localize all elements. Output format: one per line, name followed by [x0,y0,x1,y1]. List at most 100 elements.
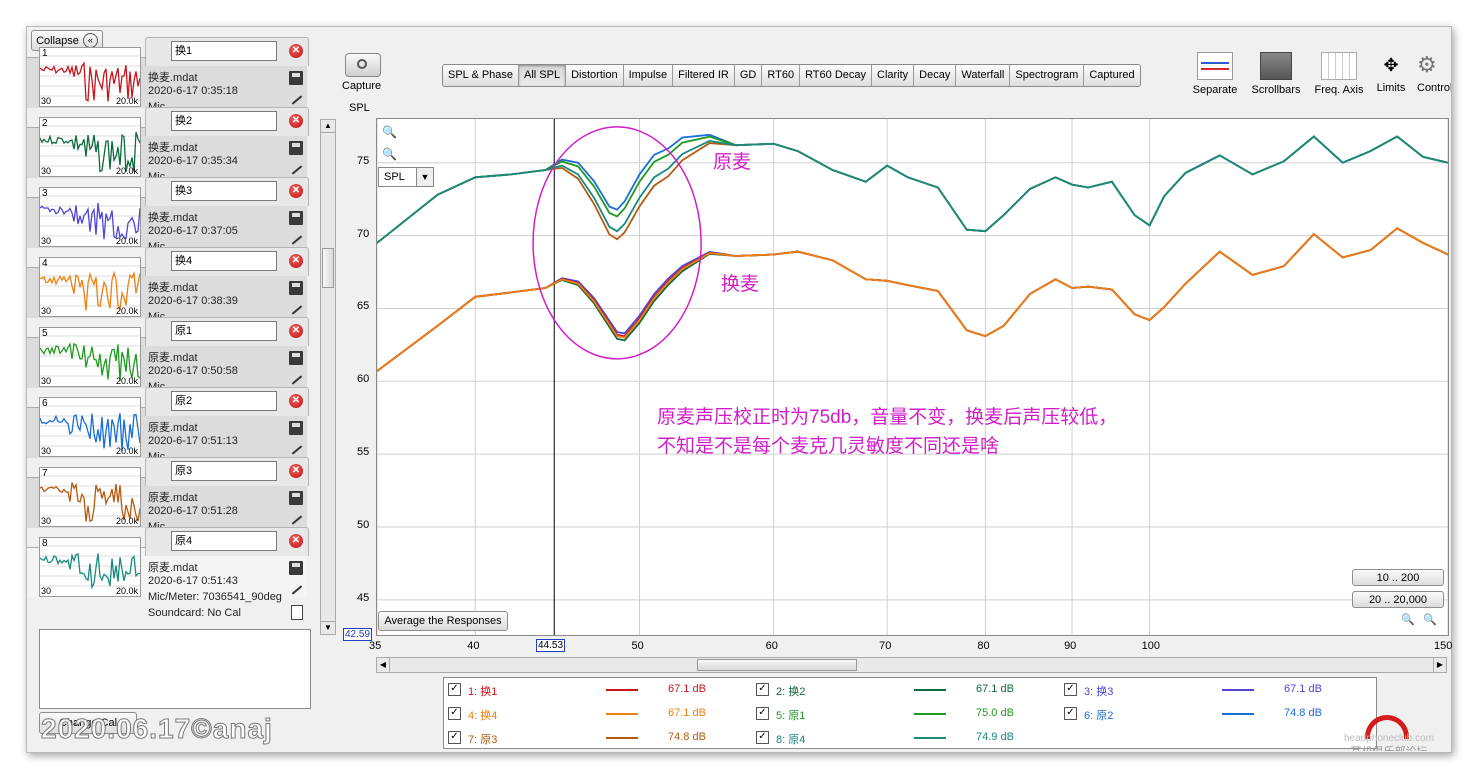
measurement-thumbnail[interactable]: 7 30 20.0k [39,467,141,527]
measurement-thumbnail[interactable]: 5 30 20.0k [39,327,141,387]
measurement-name-input[interactable]: 换2 [171,111,277,131]
camera-icon[interactable] [345,53,381,77]
zoom-out-icon[interactable]: 🔍 [382,147,397,161]
measurement-thumbnail[interactable]: 1 30 20.0k [39,47,141,107]
measurement-item[interactable]: 原4 ✕ 8 30 20.0k 原麦.mdat 2020-6-17 0:51:4… [27,527,309,620]
legend-checkbox[interactable]: ✓ [448,683,461,696]
close-icon[interactable]: ✕ [289,464,303,478]
legend-label: 8: 原4 [776,734,806,746]
measurement-name-input[interactable]: 换4 [171,251,277,271]
measurement-name-input[interactable]: 原4 [171,531,277,551]
measurement-thumbnail[interactable]: 3 30 20.0k [39,187,141,247]
measurement-thumbnail[interactable]: 8 30 20.0k [39,537,141,597]
legend-checkbox[interactable]: ✓ [448,707,461,720]
save-icon[interactable] [289,421,303,435]
close-icon[interactable]: ✕ [289,324,303,338]
plot-h-scrollbar[interactable]: ◀ ▶ [376,657,1447,673]
scroll-right-icon[interactable]: ▶ [1433,658,1446,672]
tab-filtered-ir[interactable]: Filtered IR [673,65,735,86]
spl-graph[interactable]: 🔍 🔍 SPL ▼ Average the Responses 10 .. 20… [376,118,1449,636]
save-icon[interactable] [289,281,303,295]
measurement-item[interactable]: 原3 ✕ 7 30 20.0k 原麦.mdat 2020-6-17 0:51:2… [27,457,309,533]
measurement-number: 3 [42,188,48,199]
tab-clarity[interactable]: Clarity [872,65,915,86]
legend-swatch [914,737,946,739]
plot-scroll-thumb[interactable] [697,659,857,671]
close-icon[interactable]: ✕ [289,254,303,268]
save-icon[interactable] [289,141,303,155]
tab-decay[interactable]: Decay [914,65,957,86]
legend-checkbox[interactable]: ✓ [1064,683,1077,696]
tool-scrollbars[interactable]: Scrollbars [1245,52,1307,96]
close-icon[interactable]: ✕ [289,44,303,58]
tab-waterfall[interactable]: Waterfall [956,65,1011,86]
tab-spectrogram[interactable]: Spectrogram [1010,65,1085,86]
scroll-left-icon[interactable]: ◀ [377,658,390,672]
notes-textarea[interactable] [39,629,311,709]
legend-checkbox[interactable]: ✓ [756,707,769,720]
measurement-thumbnail[interactable]: 6 30 20.0k [39,397,141,457]
tool-separate[interactable]: Separate [1185,52,1245,96]
measurement-name-input[interactable]: 换3 [171,181,277,201]
measurement-item[interactable]: 换4 ✕ 4 30 20.0k 换麦.mdat 2020-6-17 0:38:3… [27,247,309,323]
tab-gd[interactable]: GD [735,65,763,86]
zoom-x-in-icon[interactable]: 🔍 [1423,613,1437,626]
save-icon[interactable] [289,561,303,575]
thumbnail-axis-right: 20.0k [115,446,138,456]
measurement-item[interactable]: 换3 ✕ 3 30 20.0k 换麦.mdat 2020-6-17 0:37:0… [27,177,309,253]
legend-checkbox[interactable]: ✓ [1064,707,1077,720]
legend-checkbox[interactable]: ✓ [756,731,769,744]
document-icon[interactable] [291,605,303,620]
save-icon[interactable] [289,211,303,225]
headphoneclub-logo: headphoneclub.com 耳机俱乐部论坛 [1327,715,1451,751]
tool-controls[interactable]: ⚙ Controls [1417,52,1451,94]
measurement-item[interactable]: 换2 ✕ 2 30 20.0k 换麦.mdat 2020-6-17 0:35:3… [27,107,309,183]
measurement-item[interactable]: 换1 ✕ 1 30 20.0k 换麦.mdat 2020-6-17 0:35:1… [27,37,309,113]
legend-checkbox[interactable]: ✓ [448,731,461,744]
chevron-down-icon: ▼ [416,168,433,186]
legend-checkbox[interactable]: ✓ [756,683,769,696]
tab-rt60[interactable]: RT60 [762,65,801,86]
save-icon[interactable] [289,71,303,85]
measurement-name-input[interactable]: 原1 [171,321,277,341]
close-icon[interactable]: ✕ [289,534,303,548]
measurement-name-input[interactable]: 换1 [171,41,277,61]
measurement-thumbnail[interactable]: 2 30 20.0k [39,117,141,177]
list-scroll-thumb[interactable] [322,248,334,288]
tab-all-spl[interactable]: All SPL [519,65,567,86]
close-icon[interactable]: ✕ [289,114,303,128]
measurement-name-input[interactable]: 原3 [171,461,277,481]
legend-label: 5: 原1 [776,710,806,722]
tab-rt60-decay[interactable]: RT60 Decay [800,65,872,86]
save-icon[interactable] [289,351,303,365]
tab-captured[interactable]: Captured [1084,65,1139,86]
tab-distortion[interactable]: Distortion [566,65,624,86]
save-icon[interactable] [289,491,303,505]
measurement-name-input[interactable]: 原2 [171,391,277,411]
spl-select[interactable]: SPL ▼ [378,167,434,187]
zoom-in-icon[interactable]: 🔍 [382,125,397,139]
average-responses-button[interactable]: Average the Responses [378,611,508,631]
range-20-20000-button[interactable]: 20 .. 20,000 [1352,591,1444,608]
tab-impulse[interactable]: Impulse [624,65,674,86]
legend-label: 7: 原3 [468,734,498,746]
zoom-x-out-icon[interactable]: 🔍 [1401,613,1415,626]
freq-axis-label: Freq. Axis [1314,84,1364,96]
capture-label[interactable]: Capture [342,80,381,92]
close-icon[interactable]: ✕ [289,184,303,198]
thumbnail-axis-left: 30 [41,586,52,596]
measurement-item[interactable]: 原2 ✕ 6 30 20.0k 原麦.mdat 2020-6-17 0:51:1… [27,387,309,463]
close-icon[interactable]: ✕ [289,394,303,408]
scroll-up-icon[interactable]: ▲ [321,120,335,133]
measurement-thumbnail[interactable]: 4 30 20.0k [39,257,141,317]
list-scrollbar[interactable]: ▲ ▼ [320,119,336,635]
thumbnail-axis-left: 30 [41,236,52,246]
tool-limits[interactable]: ✥ Limits [1371,52,1411,94]
measurement-item[interactable]: 原1 ✕ 5 30 20.0k 原麦.mdat 2020-6-17 0:50:5… [27,317,309,393]
controls-label: Controls [1417,82,1451,94]
tool-freq-axis[interactable]: Freq. Axis [1307,52,1371,96]
scroll-down-icon[interactable]: ▼ [321,621,335,634]
tab-spl-phase[interactable]: SPL & Phase [443,65,520,86]
thumbnail-axis-right: 20.0k [115,376,138,386]
range-10-200-button[interactable]: 10 .. 200 [1352,569,1444,586]
